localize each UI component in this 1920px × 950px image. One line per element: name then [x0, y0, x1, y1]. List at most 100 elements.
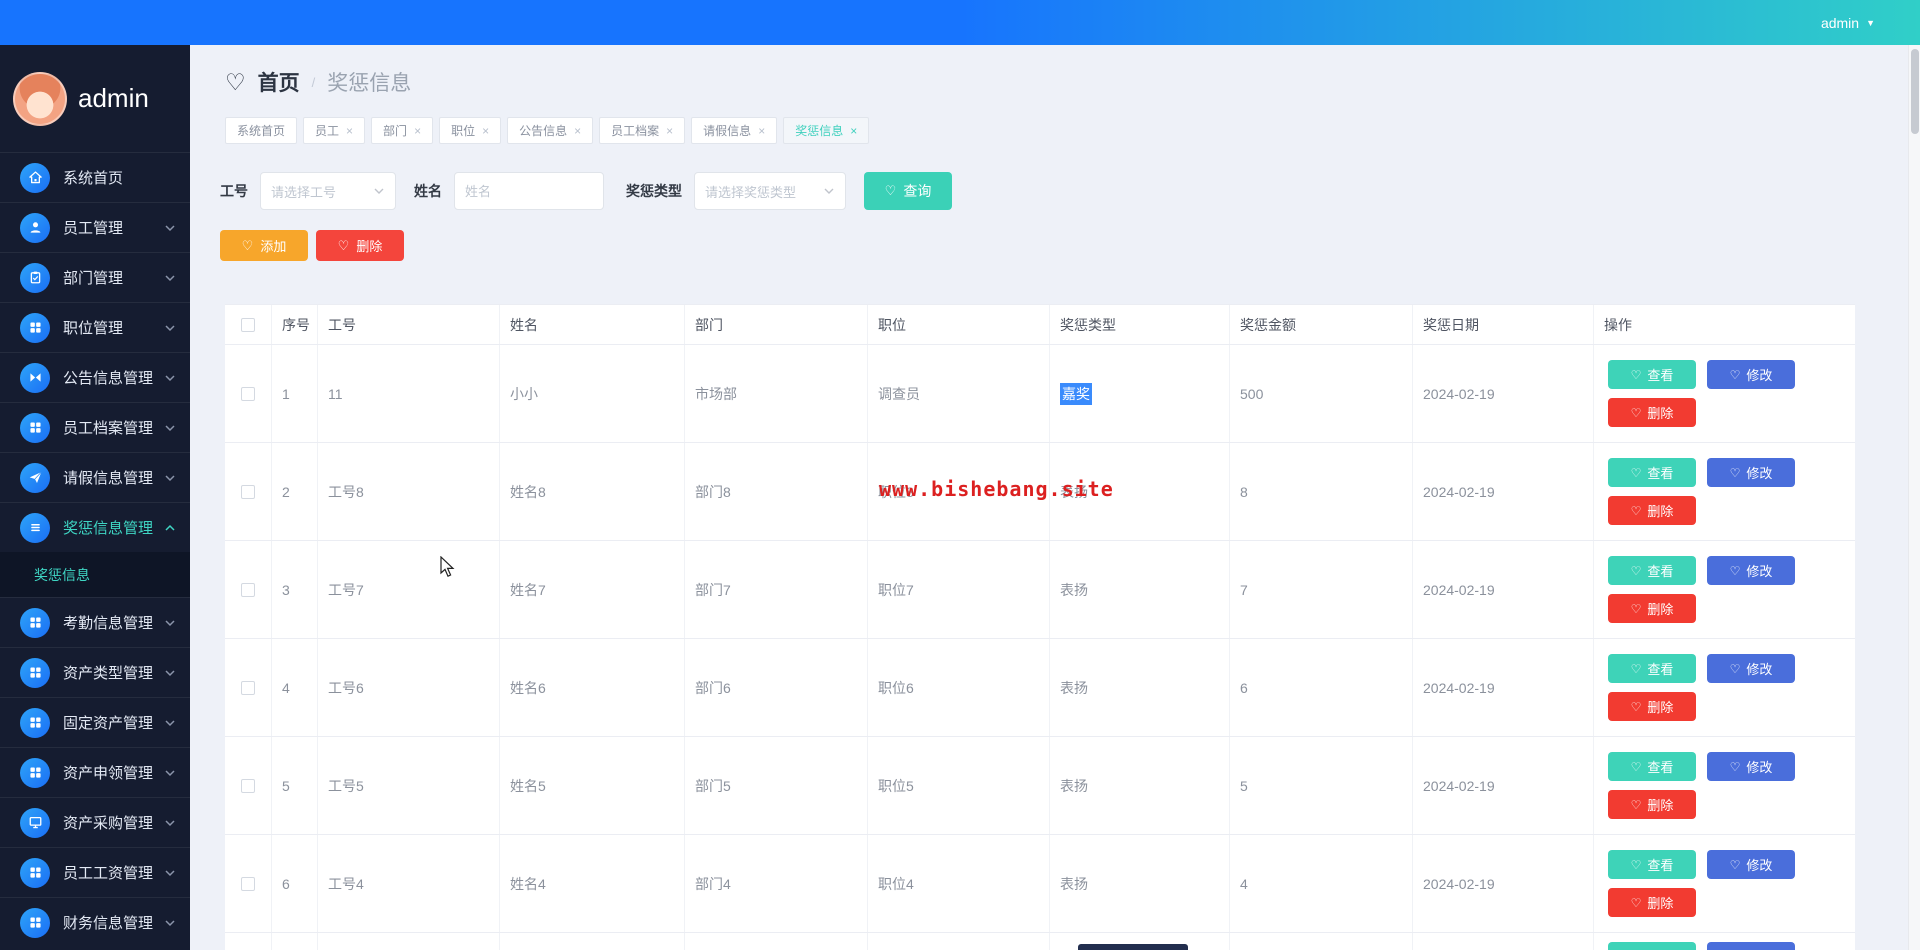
view-button[interactable]: ♡查看: [1608, 752, 1696, 781]
sidebar-item-employee-salary-mgmt[interactable]: 员工工资管理: [0, 847, 190, 897]
grid-icon: [20, 857, 50, 888]
edit-button[interactable]: ♡修改: [1707, 556, 1795, 585]
view-button[interactable]: ♡查看: [1608, 556, 1696, 585]
tab-label: 员工: [315, 124, 340, 138]
username: admin: [1820, 14, 1860, 31]
row-checkbox[interactable]: [241, 876, 255, 891]
row-delete-button[interactable]: ♡ 删除: [1608, 496, 1696, 525]
tab-6[interactable]: 请假信息 ×: [691, 117, 778, 144]
megaphone-icon: [20, 362, 50, 393]
sidebar-item-employee-archive-mgmt[interactable]: 员工档案管理: [0, 402, 190, 452]
cell-dept: 部门7: [685, 541, 868, 638]
close-icon[interactable]: ×: [414, 124, 421, 138]
sidebar-item-finance-info-mgmt[interactable]: 财务信息管理: [0, 897, 190, 947]
table-row: 5 工号5 姓名5 部门5 职位5 表扬 5 2024-02-19 ♡ 查看 ♡ 修改…: [225, 737, 1855, 835]
edit-button[interactable]: ♡修改: [1707, 942, 1795, 950]
tab-7[interactable]: 奖惩信息 ×: [783, 117, 870, 144]
view-button[interactable]: ♡查看: [1608, 654, 1696, 683]
chevron-down-icon: [164, 322, 176, 334]
chevron-down-icon: [164, 867, 176, 879]
sidebar-item-asset-purchase-mgmt[interactable]: 资产采购管理: [0, 797, 190, 847]
close-icon[interactable]: ×: [666, 124, 673, 138]
tab-0[interactable]: 系统首页: [225, 117, 298, 144]
sidebar-item-leave-info-mgmt[interactable]: 请假信息管理: [0, 452, 190, 502]
cell-actions: ♡查看 ♡修改 ♡删除: [1594, 541, 1855, 638]
heart-icon: ♡: [1630, 405, 1642, 420]
sidebar-subitem-label: 奖惩信息: [34, 566, 90, 583]
close-icon[interactable]: ×: [574, 124, 581, 138]
select-all-checkbox[interactable]: [241, 317, 255, 332]
edit-button[interactable]: ♡修改: [1707, 654, 1795, 683]
row-checkbox[interactable]: [241, 778, 255, 793]
view-button[interactable]: ♡查看: [1608, 942, 1696, 950]
tab-4[interactable]: 公告信息 ×: [507, 117, 594, 144]
sidebar-item-asset-type-mgmt[interactable]: 资产类型管理: [0, 647, 190, 697]
row-checkbox[interactable]: [241, 484, 255, 499]
sidebar-item-fixed-asset-mgmt[interactable]: 固定资产管理: [0, 697, 190, 747]
sidebar-item-department-mgmt[interactable]: 部门管理: [0, 252, 190, 302]
cell-amount: 4: [1230, 835, 1413, 932]
cell-type: 表扬: [1050, 541, 1230, 638]
sidebar-menu: 系统首页 员工管理 部门管理 职位管理 公告信息管理 员工档案管理 请假信息管理…: [0, 152, 190, 947]
cell-actions: ♡查看 ♡修改 ♡删除: [1594, 443, 1855, 540]
sidebar-item-label: 职位管理: [63, 320, 124, 337]
view-button[interactable]: ♡查看: [1608, 360, 1696, 389]
sidebar-item-reward-punish-mgmt[interactable]: 奖惩信息管理: [0, 502, 190, 552]
breadcrumb-home[interactable]: 首页: [258, 67, 300, 97]
row-delete-button[interactable]: ♡ 删除: [1608, 594, 1696, 623]
table-row: 3 工号7 姓名7 部门7 职位7 表扬 7 2024-02-19 ♡ 查看 ♡ 修改…: [225, 541, 1855, 639]
home-icon: [20, 162, 50, 193]
avatar[interactable]: [13, 72, 67, 126]
chevron-down-icon: [164, 817, 176, 829]
edit-button[interactable]: ♡修改: [1707, 458, 1795, 487]
emp-no-select[interactable]: 请选择工号: [260, 172, 396, 210]
row-delete-button[interactable]: ♡ 删除: [1608, 398, 1696, 427]
tab-label: 公告信息: [519, 124, 568, 138]
tab-2[interactable]: 部门 ×: [371, 117, 434, 144]
sidebar-item-attendance-mgmt[interactable]: 考勤信息管理: [0, 597, 190, 647]
row-delete-button[interactable]: ♡ 删除: [1608, 790, 1696, 819]
row-checkbox[interactable]: [241, 386, 255, 401]
heart-icon: ♡: [1630, 367, 1642, 382]
vertical-scrollbar[interactable]: [1908, 45, 1920, 950]
name-input[interactable]: [454, 172, 604, 210]
cell-position: 调查员: [868, 345, 1050, 442]
user-menu[interactable]: admin ▼: [1821, 0, 1875, 45]
cell-type: 表扬: [1050, 737, 1230, 834]
close-icon[interactable]: ×: [850, 124, 857, 138]
edit-button[interactable]: ♡修改: [1707, 850, 1795, 879]
sidebar-item-asset-claim-mgmt[interactable]: 资产申领管理: [0, 747, 190, 797]
cell-emp-no: 工号5: [318, 737, 500, 834]
type-select[interactable]: 请选择奖惩类型: [694, 172, 846, 210]
delete-button[interactable]: ♡ 删除: [316, 230, 404, 261]
edit-button[interactable]: ♡修改: [1707, 752, 1795, 781]
sidebar-item-employee-mgmt[interactable]: 员工管理: [0, 202, 190, 252]
row-delete-button[interactable]: ♡ 删除: [1608, 888, 1696, 917]
tab-1[interactable]: 员工 ×: [303, 117, 366, 144]
edit-button[interactable]: ♡修改: [1707, 360, 1795, 389]
horizontal-scrollbar-thumb[interactable]: [1078, 944, 1188, 950]
close-icon[interactable]: ×: [346, 124, 353, 138]
view-button[interactable]: ♡查看: [1608, 458, 1696, 487]
tab-3[interactable]: 职位 ×: [439, 117, 502, 144]
type-label: 奖惩类型: [626, 183, 682, 199]
sidebar-item-announcement-mgmt[interactable]: 公告信息管理: [0, 352, 190, 402]
tab-label: 请假信息: [703, 124, 752, 138]
tab-5[interactable]: 员工档案 ×: [599, 117, 686, 144]
row-delete-button[interactable]: ♡ 删除: [1608, 692, 1696, 721]
cell-date: 2024-02-19: [1413, 835, 1594, 932]
cell-position: 职位4: [868, 835, 1050, 932]
add-button[interactable]: ♡ 添加: [220, 230, 308, 261]
search-button[interactable]: ♡ 查询: [864, 172, 952, 210]
cell-emp-no: 工号6: [318, 639, 500, 736]
vertical-scrollbar-thumb[interactable]: [1911, 49, 1919, 134]
cell-position: [868, 933, 1050, 950]
sidebar-item-position-mgmt[interactable]: 职位管理: [0, 302, 190, 352]
view-button[interactable]: ♡查看: [1608, 850, 1696, 879]
close-icon[interactable]: ×: [758, 124, 765, 138]
row-checkbox[interactable]: [241, 680, 255, 695]
row-checkbox[interactable]: [241, 582, 255, 597]
sidebar-item-system-home[interactable]: 系统首页: [0, 152, 190, 202]
close-icon[interactable]: ×: [482, 124, 489, 138]
sidebar-subitem-reward-info[interactable]: 奖惩信息: [0, 552, 190, 597]
